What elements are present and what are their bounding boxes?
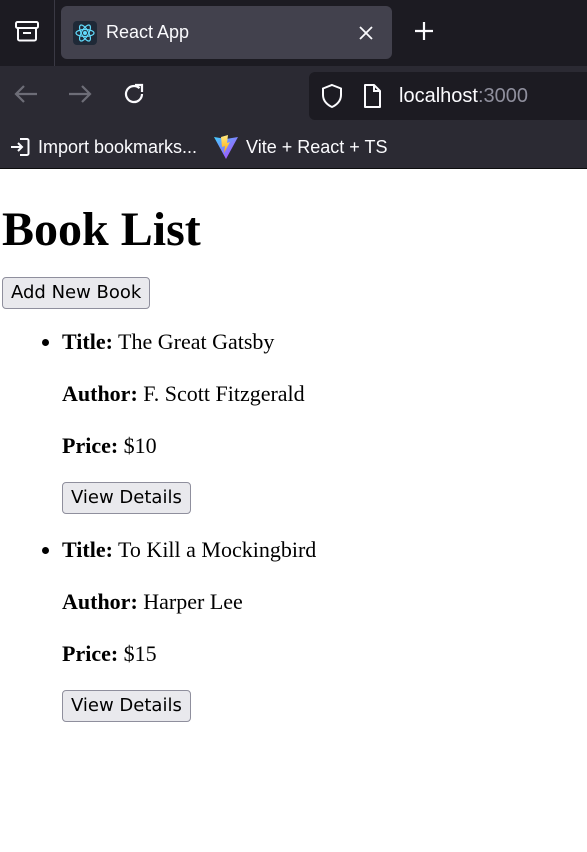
page-content: Book List Add New Book Title: The Great …	[0, 199, 587, 722]
import-icon	[9, 136, 31, 158]
plus-icon	[413, 20, 435, 47]
book-author-row: Author: Harper Lee	[62, 586, 587, 618]
title-label: Title:	[62, 329, 113, 354]
book-item: Title: To Kill a Mockingbird Author: Har…	[62, 534, 587, 722]
arrow-left-icon	[13, 83, 39, 110]
price-label: Price:	[62, 433, 119, 458]
tab-bar: React App	[0, 0, 587, 66]
book-title: To Kill a Mockingbird	[118, 537, 317, 562]
forward-button[interactable]	[65, 81, 95, 111]
vite-icon	[213, 135, 239, 159]
arrow-right-icon	[67, 83, 93, 110]
bookmark-import[interactable]: Import bookmarks...	[9, 136, 197, 158]
book-list: Title: The Great Gatsby Author: F. Scott…	[2, 326, 587, 722]
url-port: :3000	[477, 84, 528, 107]
page-icon[interactable]	[359, 83, 385, 109]
reload-button[interactable]	[119, 81, 149, 111]
close-tab-icon[interactable]	[352, 19, 380, 47]
bookmarks-toolbar: Import bookmarks... Vite + React + TS	[0, 126, 587, 169]
bookmark-import-label: Import bookmarks...	[38, 136, 198, 157]
url-host: localhost	[399, 84, 478, 107]
book-price-row: Price: $10	[62, 430, 587, 462]
address-bar[interactable]: localhost:3000	[309, 72, 587, 120]
book-price-row: Price: $15	[62, 638, 587, 670]
tab-list-button[interactable]	[0, 0, 55, 66]
tab-title: React App	[106, 22, 190, 42]
book-author-row: Author: F. Scott Fitzgerald	[62, 378, 587, 410]
author-label: Author:	[62, 381, 138, 406]
book-item: Title: The Great Gatsby Author: F. Scott…	[62, 326, 587, 514]
add-new-book-button[interactable]: Add New Book	[2, 277, 151, 309]
tab-react-app[interactable]: React App	[61, 6, 392, 59]
navigation-toolbar: localhost:3000	[0, 66, 587, 126]
book-author: F. Scott Fitzgerald	[143, 381, 305, 406]
back-button[interactable]	[11, 81, 41, 111]
url-text: localhost:3000	[399, 85, 528, 108]
author-label: Author:	[62, 589, 138, 614]
react-logo-icon	[73, 20, 97, 45]
book-price: $15	[123, 641, 157, 666]
book-title: The Great Gatsby	[118, 329, 275, 354]
book-price: $10	[123, 433, 157, 458]
price-label: Price:	[62, 641, 119, 666]
shield-icon[interactable]	[319, 83, 345, 109]
firefox-view-icon	[14, 19, 40, 48]
book-title-row: Title: The Great Gatsby	[62, 326, 587, 358]
new-tab-button[interactable]	[408, 17, 440, 49]
page-title: Book List	[2, 203, 201, 256]
view-details-button[interactable]: View Details	[62, 690, 191, 722]
view-details-button[interactable]: View Details	[62, 482, 191, 514]
book-title-row: Title: To Kill a Mockingbird	[62, 534, 587, 566]
reload-icon	[121, 81, 147, 112]
bookmark-vite[interactable]: Vite + React + TS	[213, 135, 388, 159]
title-label: Title:	[62, 537, 113, 562]
book-author: Harper Lee	[143, 589, 243, 614]
bookmark-vite-label: Vite + React + TS	[246, 136, 388, 157]
